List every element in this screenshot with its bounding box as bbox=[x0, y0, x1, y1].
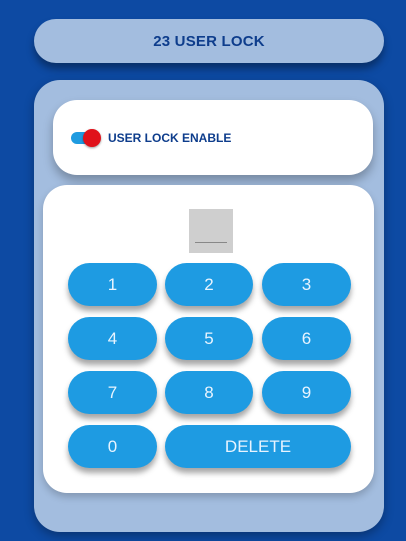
delete-button[interactable]: DELETE bbox=[165, 425, 351, 468]
key-0[interactable]: 0 bbox=[68, 425, 157, 468]
code-underline bbox=[195, 242, 227, 243]
code-display bbox=[189, 209, 233, 253]
toggle-knob bbox=[83, 128, 101, 147]
key-4[interactable]: 4 bbox=[68, 317, 157, 360]
key-6[interactable]: 6 bbox=[262, 317, 351, 360]
key-5[interactable]: 5 bbox=[165, 317, 253, 360]
key-4-label: 4 bbox=[107, 328, 118, 348]
key-1-label: 1 bbox=[107, 274, 118, 294]
delete-label: DELETE bbox=[224, 436, 292, 456]
key-3-label: 3 bbox=[301, 274, 312, 294]
toggle-card: USER LOCK ENABLE bbox=[53, 100, 373, 175]
key-6-label: 6 bbox=[301, 328, 312, 348]
key-9-label: 9 bbox=[301, 382, 312, 402]
title-bar: 23 USER LOCK bbox=[34, 19, 384, 63]
key-0-label: 0 bbox=[107, 436, 118, 456]
key-2[interactable]: 2 bbox=[165, 263, 253, 306]
user-lock-panel: USER LOCK ENABLE 1 2 3 4 5 6 7 8 9 0 DEL… bbox=[34, 80, 384, 532]
keypad-card: 1 2 3 4 5 6 7 8 9 0 DELETE bbox=[43, 185, 374, 493]
key-2-label: 2 bbox=[204, 274, 214, 294]
key-1[interactable]: 1 bbox=[68, 263, 157, 306]
key-7[interactable]: 7 bbox=[68, 371, 157, 414]
key-3[interactable]: 3 bbox=[262, 263, 351, 306]
key-8-label: 8 bbox=[204, 382, 214, 402]
key-8[interactable]: 8 bbox=[165, 371, 253, 414]
key-5-label: 5 bbox=[204, 328, 214, 348]
toggle-label: USER LOCK ENABLE bbox=[108, 130, 232, 145]
page-title: 23 USER LOCK bbox=[153, 32, 265, 50]
key-7-label: 7 bbox=[107, 382, 118, 402]
key-9[interactable]: 9 bbox=[262, 371, 351, 414]
user-lock-toggle[interactable] bbox=[71, 128, 103, 147]
